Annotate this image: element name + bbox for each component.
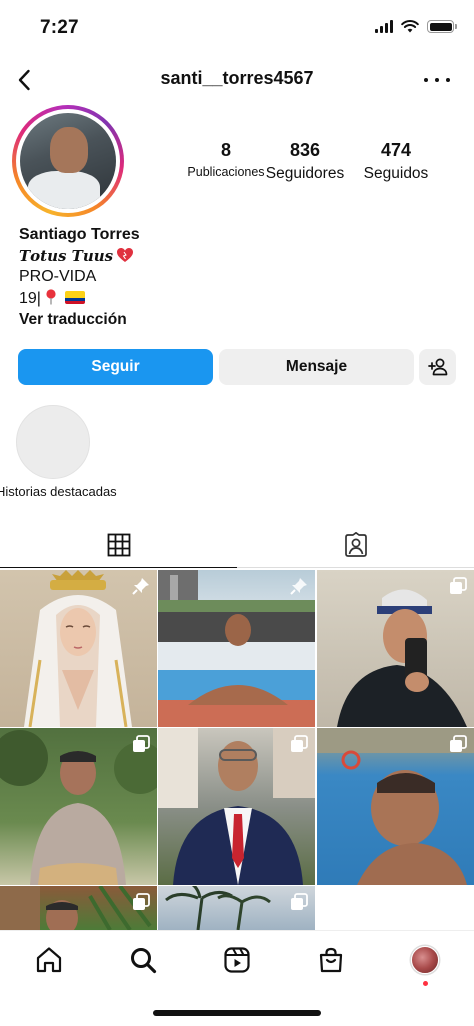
profile-name: Santiago Torres bbox=[19, 226, 140, 243]
add-user-icon bbox=[427, 358, 447, 376]
profile-tabs bbox=[0, 522, 474, 568]
profile-header: santi__torres4567 bbox=[0, 58, 474, 102]
nav-reels[interactable] bbox=[220, 943, 254, 977]
highlight-circle bbox=[16, 405, 90, 479]
nav-search[interactable] bbox=[126, 943, 160, 977]
post-thumbnail[interactable] bbox=[317, 728, 474, 885]
avatar-photo bbox=[20, 113, 116, 209]
post-thumbnail[interactable] bbox=[158, 886, 315, 930]
tab-tagged[interactable] bbox=[237, 522, 474, 568]
bio-age: 19| bbox=[19, 290, 41, 307]
more-horizontal-icon bbox=[424, 78, 428, 82]
bottom-nav bbox=[0, 930, 474, 990]
status-time: 7:27 bbox=[40, 17, 79, 38]
pin-icon bbox=[290, 577, 308, 600]
carousel-icon bbox=[132, 893, 150, 916]
post-thumbnail[interactable] bbox=[0, 570, 157, 727]
home-indicator bbox=[153, 1010, 321, 1016]
pin-icon bbox=[45, 289, 57, 305]
carousel-icon bbox=[449, 735, 467, 758]
following-count: 474 bbox=[380, 140, 412, 160]
post-thumbnail[interactable] bbox=[158, 570, 315, 727]
carousel-icon bbox=[290, 893, 308, 916]
profile-actions: Seguir Mensaje bbox=[18, 349, 456, 385]
nav-home[interactable] bbox=[32, 943, 66, 977]
post-thumbnail[interactable] bbox=[0, 728, 157, 885]
notification-dot bbox=[423, 981, 428, 986]
battery-icon bbox=[427, 20, 457, 33]
bio-line-1: 𝑻𝒐𝒕𝒖𝒔 𝑻𝒖𝒖𝒔 bbox=[19, 247, 459, 268]
signal-icon bbox=[375, 20, 393, 33]
search-icon bbox=[131, 948, 157, 974]
profile-stats: 8 Publicaciones 836 Seguidores 474 Segui… bbox=[165, 140, 445, 190]
reels-icon bbox=[224, 947, 250, 973]
profile-avatar[interactable] bbox=[12, 105, 124, 217]
tagged-icon bbox=[344, 531, 367, 557]
post-thumbnail[interactable] bbox=[0, 886, 157, 930]
pin-icon bbox=[132, 577, 150, 600]
carousel-icon bbox=[449, 577, 467, 600]
suggested-users-button[interactable] bbox=[419, 349, 456, 385]
colombia-flag-icon bbox=[64, 291, 85, 304]
bio-line-3: 19| bbox=[19, 289, 459, 310]
nav-shop[interactable] bbox=[314, 943, 348, 977]
status-bar: 7:27 bbox=[0, 0, 474, 56]
stat-following[interactable]: 474 Seguidos bbox=[355, 140, 437, 183]
highlight-label: Historias destacadas bbox=[0, 484, 117, 499]
shop-icon bbox=[319, 947, 343, 973]
more-options-button[interactable] bbox=[424, 68, 450, 92]
follow-button[interactable]: Seguir bbox=[18, 349, 213, 385]
stat-followers[interactable]: 836 Seguidores bbox=[260, 140, 350, 183]
tab-posts-grid[interactable] bbox=[0, 522, 237, 568]
followers-label: Seguidores bbox=[265, 165, 345, 182]
bio-line-2: PRO-VIDA bbox=[19, 268, 97, 285]
heart-icon bbox=[116, 247, 134, 263]
carousel-icon bbox=[290, 735, 308, 758]
following-label: Seguidos bbox=[363, 165, 429, 182]
nav-profile[interactable] bbox=[408, 943, 442, 977]
profile-bio: Santiago Torres 𝑻𝒐𝒕𝒖𝒔 𝑻𝒖𝒖𝒔 PRO-VIDA 19| … bbox=[19, 226, 459, 332]
profile-username: santi__torres4567 bbox=[160, 68, 314, 88]
grid-icon bbox=[107, 533, 130, 556]
followers-count: 836 bbox=[289, 140, 321, 160]
carousel-icon bbox=[132, 735, 150, 758]
post-thumbnail[interactable] bbox=[317, 570, 474, 727]
message-button[interactable]: Mensaje bbox=[219, 349, 414, 385]
bio-motto: 𝑻𝒐𝒕𝒖𝒔 𝑻𝒖𝒖𝒔 bbox=[19, 247, 114, 265]
home-icon bbox=[36, 947, 62, 973]
status-icons bbox=[375, 20, 457, 33]
highlight-item[interactable]: Historias destacadas bbox=[0, 405, 140, 500]
see-translation-link[interactable]: Ver traducción bbox=[19, 311, 459, 332]
profile-avatar-small bbox=[411, 946, 439, 974]
post-thumbnail[interactable] bbox=[158, 728, 315, 885]
wifi-icon bbox=[401, 20, 419, 33]
